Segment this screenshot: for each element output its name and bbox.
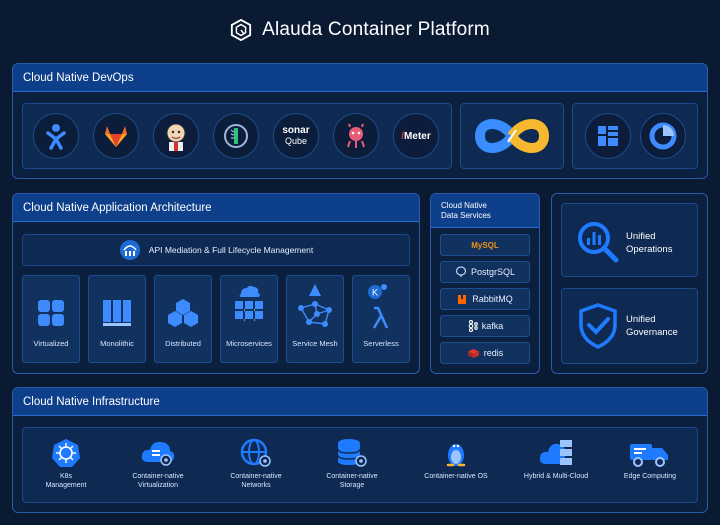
data-services-title: Cloud Native Data Services <box>431 194 539 228</box>
dashboard-tool <box>585 113 631 159</box>
postgresql-icon <box>455 266 467 277</box>
jenkins-tool <box>153 113 199 159</box>
monolithic-label: Monolithic <box>100 339 134 348</box>
card-monolithic: Monolithic <box>88 275 146 363</box>
jmeter-icon: /Meter <box>401 130 431 142</box>
gitlab-tool <box>93 113 139 159</box>
microservices-icon <box>235 285 263 321</box>
card-virtualized: Virtualized <box>22 275 80 363</box>
svg-text:K: K <box>372 288 378 298</box>
ds-postgresql: PostgrSQL <box>440 261 530 283</box>
card-microservices: Microservices <box>220 275 278 363</box>
service-mesh-label: Service Mesh <box>292 339 338 348</box>
sonarqube-icon: sonar <box>282 125 310 136</box>
api-gateway-icon <box>119 240 140 260</box>
ds-rabbitmq: RabbitMQ <box>440 288 530 310</box>
sonarqube-tool: sonar Qube <box>273 113 319 159</box>
infrastructure-title: Cloud Native Infrastructure <box>13 388 707 416</box>
infra-edge-computing: Edge Computing <box>612 438 688 481</box>
virtualized-icon <box>38 300 64 326</box>
gitlab-icon <box>105 126 127 147</box>
page-title: Alauda Container Platform <box>262 19 490 40</box>
database-storage-icon <box>337 439 367 467</box>
devops-infinity-icon <box>474 119 550 153</box>
infra-storage: Container-native Storage <box>314 438 390 490</box>
api-mediation-bar: API Mediation & Full Lifecycle Managemen… <box>22 234 410 266</box>
harbor-icon <box>347 123 365 148</box>
monolithic-icon <box>103 300 131 326</box>
operations-search-chart-icon <box>578 222 619 263</box>
globe-network-icon <box>240 438 271 467</box>
jira-icon <box>46 124 66 150</box>
serverless-icon: K <box>368 284 389 329</box>
card-distributed: Distributed <box>154 275 212 363</box>
pie-chart-icon <box>649 122 677 150</box>
dashboard-grid-icon <box>598 126 618 146</box>
api-mediation-label: API Mediation & Full Lifecycle Managemen… <box>148 245 314 255</box>
sonatype-icon <box>224 124 248 148</box>
unified-governance-label: Unified Governance <box>626 314 678 338</box>
unified-governance-panel: Unified Governance <box>561 288 698 364</box>
infra-virtualization: Container-native Virtualization <box>120 438 196 490</box>
infra-hybrid-cloud: Hybrid & Multi-Cloud <box>514 438 598 481</box>
cloud-virtualization-icon <box>141 441 175 466</box>
jmeter-tool: /Meter <box>393 113 439 159</box>
virtualized-label: Virtualized <box>33 339 69 348</box>
distributed-icon <box>168 299 198 327</box>
kubernetes-icon <box>52 439 80 467</box>
unified-operations-panel: Unified Operations <box>561 203 698 277</box>
linux-penguin-icon <box>446 444 466 467</box>
redis-icon <box>467 348 479 358</box>
architecture-title: Cloud Native Application Architecture <box>13 194 419 222</box>
sonatype-tool <box>213 113 259 159</box>
devops-title: Cloud Native DevOps <box>13 64 707 92</box>
harbor-tool <box>333 113 379 159</box>
ds-redis: redis <box>440 342 530 364</box>
unified-operations-label: Unified Operations <box>626 231 673 255</box>
analytics-tool <box>640 113 686 159</box>
infra-k8s-management: K8s Management <box>33 438 99 490</box>
jenkins-icon <box>166 123 186 151</box>
rabbitmq-icon <box>458 294 467 304</box>
ds-kafka: kafka <box>440 315 530 337</box>
distributed-label: Distributed <box>165 339 201 348</box>
card-serverless: K Serverless <box>352 275 410 363</box>
edge-vehicle-icon <box>630 444 668 467</box>
card-service-mesh: Service Mesh <box>286 275 344 363</box>
mysql-icon: MySQL <box>471 240 499 250</box>
kafka-icon <box>468 320 478 332</box>
infra-os: Container-native OS <box>416 438 496 481</box>
hybrid-cloud-server-icon <box>539 440 572 465</box>
ds-mysql: MySQL <box>440 234 530 256</box>
alauda-logo-icon <box>230 19 252 41</box>
governance-shield-icon <box>579 303 617 349</box>
serverless-label: Serverless <box>363 339 399 348</box>
infra-networks: Container-native Networks <box>218 438 294 490</box>
service-mesh-icon <box>298 284 332 327</box>
jira-tool <box>33 113 79 159</box>
page-header: Alauda Container Platform <box>0 0 720 60</box>
microservices-label: Microservices <box>226 339 272 348</box>
